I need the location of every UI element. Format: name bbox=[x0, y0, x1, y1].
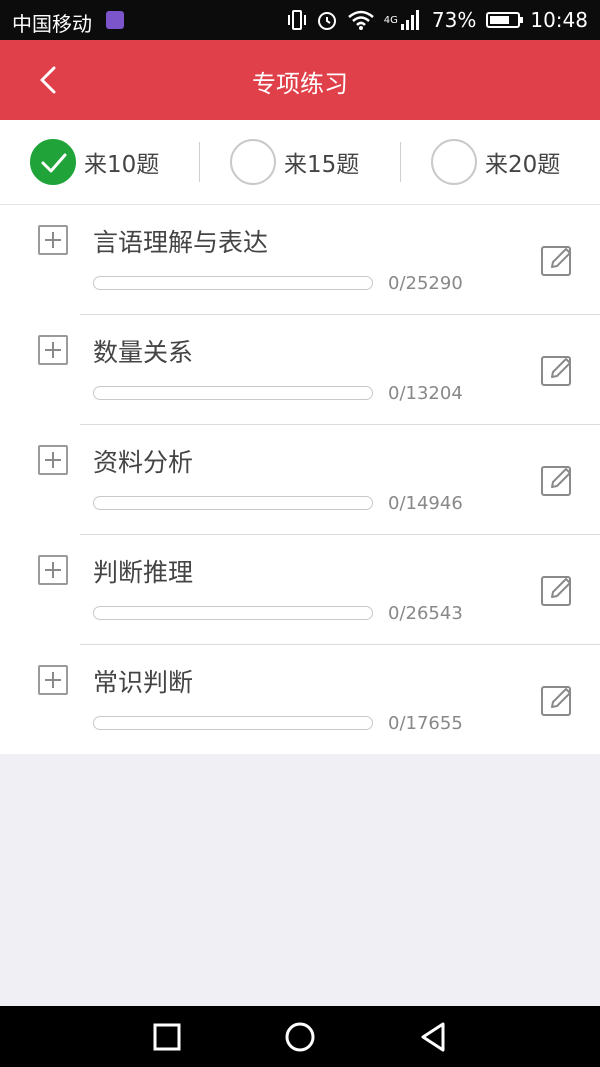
progress-bar bbox=[93, 606, 373, 620]
radio-unselected bbox=[431, 139, 477, 185]
category-name: 常识判断 bbox=[93, 668, 194, 697]
category-name: 资料分析 bbox=[93, 448, 194, 477]
edit-icon[interactable] bbox=[540, 463, 574, 497]
status-bar: 中国移动 4G 73% 10:48 bbox=[0, 0, 600, 40]
progress-bar bbox=[93, 496, 373, 510]
back-triangle-icon[interactable] bbox=[416, 1020, 450, 1054]
category-row[interactable]: 数量关系 0/13204 bbox=[0, 315, 600, 425]
plus-square-icon[interactable] bbox=[38, 225, 68, 255]
category-row[interactable]: 言语理解与表达 0/25290 bbox=[0, 205, 600, 315]
category-row[interactable]: 常识判断 0/17655 bbox=[0, 645, 600, 755]
battery-icon bbox=[486, 12, 524, 28]
carrier-name: 中国移动 bbox=[12, 12, 92, 36]
plus-square-icon[interactable] bbox=[38, 665, 68, 695]
plus-square-icon[interactable] bbox=[38, 555, 68, 585]
home-circle-icon[interactable] bbox=[283, 1020, 317, 1054]
edit-icon[interactable] bbox=[540, 353, 574, 387]
progress-bar bbox=[93, 716, 373, 730]
page-title: 专项练习 bbox=[252, 70, 348, 98]
progress-count: 0/14946 bbox=[388, 493, 463, 514]
progress-bar bbox=[93, 276, 373, 290]
option-label: 来20题 bbox=[485, 152, 561, 178]
check-icon bbox=[41, 153, 67, 173]
progress-count: 0/26543 bbox=[388, 603, 463, 624]
plus-square-icon[interactable] bbox=[38, 445, 68, 475]
category-name: 数量关系 bbox=[93, 338, 194, 367]
signal-icon bbox=[400, 10, 419, 30]
progress-count: 0/25290 bbox=[388, 273, 463, 294]
option-20-questions[interactable]: 来20题 bbox=[431, 138, 560, 186]
divider bbox=[400, 142, 401, 182]
alarm-icon bbox=[317, 12, 336, 30]
edit-icon[interactable] bbox=[540, 683, 574, 717]
status-icons: 4G 73% 10:48 bbox=[287, 8, 588, 32]
battery-percent: 73% bbox=[431, 8, 477, 32]
divider bbox=[199, 142, 200, 182]
progress-bar bbox=[93, 386, 373, 400]
option-15-questions[interactable]: 来15题 bbox=[230, 138, 359, 186]
option-label: 来10题 bbox=[84, 152, 160, 178]
question-count-selector: 来10题 来15题 来20题 bbox=[0, 120, 600, 205]
progress-count: 0/17655 bbox=[388, 713, 463, 734]
radio-unselected bbox=[230, 139, 276, 185]
category-name: 判断推理 bbox=[93, 558, 194, 587]
vibrate-icon bbox=[287, 10, 306, 30]
sim-notification-icon bbox=[106, 11, 124, 29]
edit-icon[interactable] bbox=[540, 243, 574, 277]
plus-square-icon[interactable] bbox=[38, 335, 68, 365]
edit-icon[interactable] bbox=[540, 573, 574, 607]
app-bar: 专项练习 bbox=[0, 40, 600, 120]
progress-count: 0/13204 bbox=[388, 383, 463, 404]
category-list: 言语理解与表达 0/25290 数量关系 0/13204 资料分析 0/1494… bbox=[0, 205, 600, 754]
system-nav-bar bbox=[0, 1006, 600, 1067]
option-label: 来15题 bbox=[284, 152, 360, 178]
category-row[interactable]: 资料分析 0/14946 bbox=[0, 425, 600, 535]
wifi-icon bbox=[347, 10, 374, 30]
recents-square-icon[interactable] bbox=[150, 1020, 184, 1054]
category-row[interactable]: 判断推理 0/26543 bbox=[0, 535, 600, 645]
option-10-questions[interactable]: 来10题 bbox=[30, 138, 159, 186]
clock: 10:48 bbox=[530, 8, 588, 32]
battery-fill bbox=[490, 16, 510, 24]
radio-selected bbox=[30, 139, 76, 185]
category-name: 言语理解与表达 bbox=[93, 228, 269, 257]
network-type-label: 4G bbox=[383, 14, 398, 26]
